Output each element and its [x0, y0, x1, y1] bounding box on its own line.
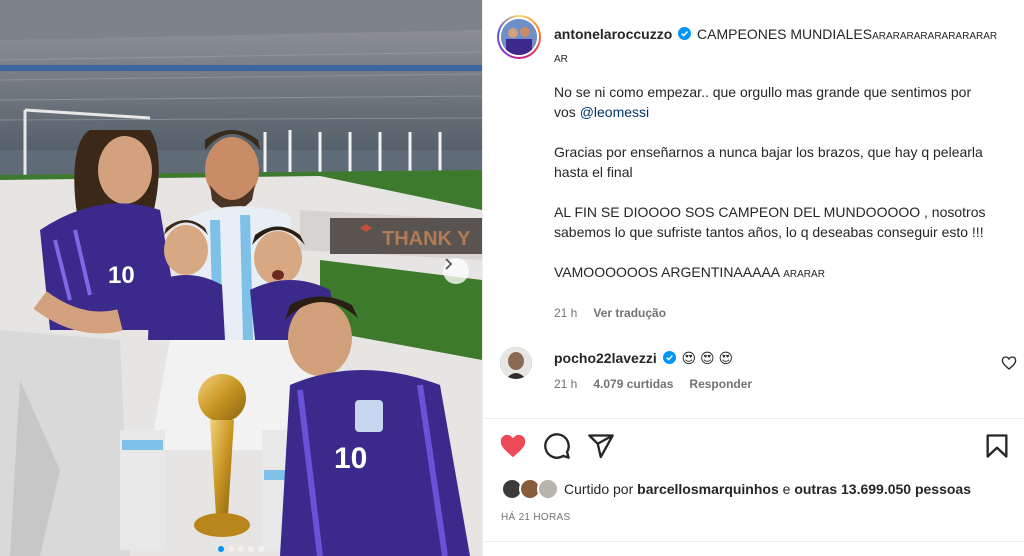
- carousel-next-button[interactable]: [443, 258, 469, 284]
- caption-paragraph: Gracias por enseñarnos a nunca bajar los…: [554, 144, 983, 180]
- caption-title: CAMPEONES MUNDIALES: [697, 26, 873, 42]
- comment-emojis: 😍 😍 😍: [681, 350, 734, 366]
- section-divider: [483, 541, 1024, 542]
- banner-text: THANK Y: [382, 228, 471, 250]
- other-likers-link[interactable]: outras 13.699.050 pessoas: [794, 481, 971, 497]
- liker-avatars[interactable]: [501, 478, 559, 500]
- first-liker-link[interactable]: barcellosmarquinhos: [637, 481, 779, 497]
- comment-likes[interactable]: 4.079 curtidas: [593, 377, 673, 391]
- verified-icon: [662, 351, 676, 364]
- carousel-dots: [0, 546, 482, 552]
- woman-jersey-number: 10: [108, 262, 135, 289]
- caption-time: 21 h: [554, 306, 578, 320]
- share-icon[interactable]: [587, 432, 615, 460]
- liked-by-row: Curtido por barcellosmarquinhos e outras…: [501, 478, 971, 500]
- caption-header: antonelaroccuzzo CAMPEONES MUNDIALESARAR…: [554, 24, 1004, 70]
- comment-icon[interactable]: [543, 432, 571, 460]
- caption-title-suffix-2: AR: [554, 54, 568, 65]
- section-divider: [483, 418, 1024, 419]
- carousel-dot[interactable]: [218, 546, 224, 552]
- caption-meta: 21 h Ver tradução: [554, 306, 666, 320]
- post-photo[interactable]: THANK Y 10 10: [0, 0, 482, 556]
- liked-by-text: Curtido por barcellosmarquinhos e outras…: [564, 481, 971, 497]
- heart-outline-icon[interactable]: [1001, 355, 1017, 371]
- verified-icon: [678, 27, 692, 40]
- mention-link[interactable]: @leomessi: [580, 104, 649, 120]
- comment-username[interactable]: pocho22lavezzi: [554, 350, 657, 366]
- reply-button[interactable]: Responder: [689, 377, 752, 391]
- caption-title-suffix: ARARARARARARARARAR: [872, 31, 998, 42]
- caption-body: No se ni como empezar.. que orgullo mas …: [554, 82, 994, 305]
- see-translation-link[interactable]: Ver tradução: [593, 306, 666, 320]
- comment-time: 21 h: [554, 377, 578, 391]
- avatar-image: [500, 347, 532, 379]
- caption-paragraph: AL FIN SE DIOOOO SOS CAMPEON DEL MUNDOOO…: [554, 204, 986, 240]
- author-username[interactable]: antonelaroccuzzo: [554, 26, 672, 42]
- carousel-dot[interactable]: [238, 546, 244, 552]
- post-details-panel: antonelaroccuzzo CAMPEONES MUNDIALESARAR…: [483, 0, 1024, 556]
- author-avatar[interactable]: [497, 15, 541, 59]
- carousel-dot[interactable]: [228, 546, 234, 552]
- carousel-dot[interactable]: [258, 546, 264, 552]
- action-bar: [483, 428, 1024, 464]
- comment-meta: 21 h 4.079 curtidas Responder: [554, 377, 752, 391]
- boy-jersey-number: 10: [334, 442, 367, 475]
- bookmark-icon[interactable]: [983, 432, 1011, 460]
- posted-time[interactable]: HÁ 21 HORAS: [501, 512, 570, 523]
- comment-avatar[interactable]: [500, 347, 532, 379]
- heart-filled-icon[interactable]: [499, 432, 527, 460]
- comment-item: pocho22lavezzi 😍 😍 😍 21 h 4.079 curtidas…: [497, 343, 1017, 403]
- liker-avatar: [537, 478, 559, 500]
- avatar-image: [501, 19, 537, 55]
- photo-illustration: THANK Y 10 10: [0, 0, 482, 556]
- comments-scroll-area[interactable]: antonelaroccuzzo CAMPEONES MUNDIALESARAR…: [483, 0, 1024, 418]
- chevron-right-icon: [445, 258, 453, 270]
- carousel-dot[interactable]: [248, 546, 254, 552]
- caption-paragraph: VAMOOOOOOS ARGENTINAAAAA ARARAR: [554, 264, 825, 280]
- caption-paragraph: No se ni como empezar.. que orgullo mas …: [554, 84, 972, 120]
- comment-text: pocho22lavezzi 😍 😍 😍: [554, 347, 733, 369]
